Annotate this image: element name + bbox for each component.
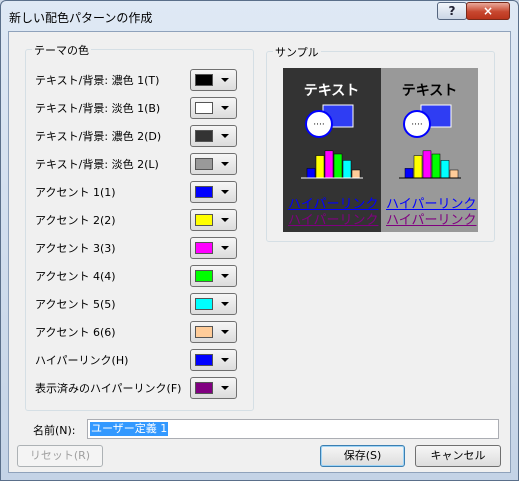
dropdown-arrow-icon bbox=[221, 78, 229, 82]
dropdown-arrow-icon bbox=[221, 162, 229, 166]
preview-bar bbox=[413, 155, 423, 179]
sample-title: サンプル bbox=[273, 44, 321, 60]
theme-color-label: ハイパーリンク(H) bbox=[35, 354, 129, 367]
preview-bar bbox=[404, 168, 414, 179]
color-picker-button[interactable] bbox=[190, 237, 237, 259]
name-input-value: ユーザー定義 1 bbox=[90, 422, 169, 436]
color-swatch bbox=[195, 158, 213, 170]
color-swatch bbox=[195, 74, 213, 86]
theme-color-label: アクセント 3(3) bbox=[35, 242, 116, 255]
color-swatch bbox=[195, 382, 213, 394]
color-picker-button[interactable] bbox=[190, 69, 237, 91]
preview-dark-followed-link: ハイパーリンク bbox=[288, 213, 379, 228]
color-picker-button[interactable] bbox=[190, 209, 237, 231]
theme-color-label: テキスト/背景: 濃色 2(D) bbox=[35, 130, 162, 143]
color-picker-button[interactable] bbox=[190, 153, 237, 175]
preview-dark-half: テキスト ···· ハイパーリンク ハイパーリンク bbox=[283, 68, 381, 232]
color-swatch bbox=[195, 186, 213, 198]
color-picker-button[interactable] bbox=[190, 321, 237, 343]
theme-color-label: テキスト/背景: 淡色 1(B) bbox=[35, 102, 161, 115]
preview-bar bbox=[440, 160, 450, 179]
name-label: 名前(N): bbox=[33, 424, 76, 437]
dropdown-arrow-icon bbox=[221, 386, 229, 390]
preview-light-half: テキスト ···· ハイパーリンク ハイパーリンク bbox=[381, 68, 478, 232]
dropdown-arrow-icon bbox=[221, 246, 229, 250]
color-picker-button[interactable] bbox=[190, 377, 237, 399]
close-button[interactable]: × bbox=[466, 2, 510, 20]
color-picker-button[interactable] bbox=[190, 293, 237, 315]
dropdown-arrow-icon bbox=[221, 218, 229, 222]
name-input[interactable]: ユーザー定義 1 bbox=[87, 419, 499, 439]
color-picker-button[interactable] bbox=[190, 181, 237, 203]
reset-button[interactable]: リセット(R) bbox=[17, 445, 103, 467]
theme-color-label: 表示済みのハイパーリンク(F) bbox=[35, 382, 182, 395]
preview-bar bbox=[422, 150, 432, 179]
preview-bar bbox=[333, 153, 343, 179]
dropdown-arrow-icon bbox=[221, 358, 229, 362]
color-picker-button[interactable] bbox=[190, 97, 237, 119]
theme-color-label: アクセント 2(2) bbox=[35, 214, 116, 227]
preview-bar bbox=[342, 160, 352, 179]
help-button[interactable]: ? bbox=[437, 2, 467, 20]
color-swatch bbox=[195, 130, 213, 142]
preview-bar bbox=[431, 153, 441, 179]
dropdown-arrow-icon bbox=[221, 106, 229, 110]
color-swatch bbox=[195, 214, 213, 226]
preview-light-followed-link: ハイパーリンク bbox=[386, 213, 477, 228]
theme-color-label: アクセント 5(5) bbox=[35, 298, 116, 311]
dropdown-arrow-icon bbox=[221, 330, 229, 334]
preview-circle-label: ···· bbox=[411, 120, 422, 130]
preview-bar bbox=[324, 150, 334, 179]
preview-bar bbox=[351, 169, 361, 179]
color-picker-button[interactable] bbox=[190, 125, 237, 147]
theme-color-label: アクセント 4(4) bbox=[35, 270, 116, 283]
title-bar: 新しい配色パターンの作成 ? × bbox=[1, 1, 518, 31]
dropdown-arrow-icon bbox=[221, 190, 229, 194]
preview-bar bbox=[449, 169, 459, 179]
color-picker-button[interactable] bbox=[190, 265, 237, 287]
preview-circle-label: ···· bbox=[313, 120, 324, 130]
color-swatch bbox=[195, 102, 213, 114]
theme-color-label: テキスト/背景: 濃色 1(T) bbox=[35, 74, 160, 87]
color-swatch bbox=[195, 270, 213, 282]
color-swatch bbox=[195, 354, 213, 366]
dialog-window: 新しい配色パターンの作成 ? × テーマの色 テキスト/背景: 濃色 1(T) テ… bbox=[0, 0, 519, 481]
preview-bar bbox=[306, 168, 316, 179]
color-swatch bbox=[195, 326, 213, 338]
sample-preview: テキスト ···· ハイパーリンク ハイパーリンク テキスト ···· ハイパー… bbox=[283, 68, 478, 232]
window-title: 新しい配色パターンの作成 bbox=[9, 11, 153, 25]
dropdown-arrow-icon bbox=[221, 302, 229, 306]
color-swatch bbox=[195, 298, 213, 310]
theme-color-label: テキスト/背景: 淡色 2(L) bbox=[35, 158, 159, 171]
dropdown-arrow-icon bbox=[221, 134, 229, 138]
theme-color-label: アクセント 6(6) bbox=[35, 326, 116, 339]
preview-bar bbox=[315, 155, 325, 179]
color-picker-button[interactable] bbox=[190, 349, 237, 371]
color-swatch bbox=[195, 242, 213, 254]
theme-colors-title: テーマの色 bbox=[32, 42, 91, 58]
dropdown-arrow-icon bbox=[221, 274, 229, 278]
theme-color-label: アクセント 1(1) bbox=[35, 186, 116, 199]
cancel-button[interactable]: キャンセル bbox=[415, 445, 501, 467]
save-button[interactable]: 保存(S) bbox=[320, 445, 405, 467]
